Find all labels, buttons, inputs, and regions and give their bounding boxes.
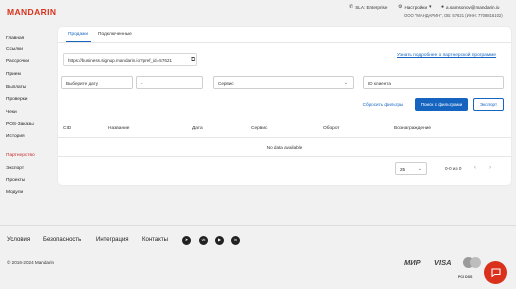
client-id-input[interactable]: ID клиента (363, 76, 504, 89)
tabs-divider (58, 42, 511, 43)
date-to-placeholder: - (141, 80, 143, 86)
sidebar-item-receipts[interactable]: Чеки (6, 110, 17, 115)
date-from-placeholder: Выберите дату (66, 80, 99, 86)
vk-icon[interactable]: vk (199, 236, 208, 245)
sidebar-item-home[interactable]: Главная (6, 36, 24, 41)
sidebar-item-installments[interactable]: Рассрочки (6, 59, 29, 64)
user-icon: ● (441, 4, 445, 10)
service-placeholder: Сервис (218, 80, 234, 86)
sidebar-item-modules[interactable]: Модули (6, 190, 23, 195)
chevron-down-icon: ▾ (429, 4, 432, 10)
user-email: a.samsonov@mandarin.io (446, 5, 500, 10)
telegram-icon[interactable]: ➤ (182, 236, 191, 245)
table-empty-message: No data available (266, 145, 303, 150)
prev-page-button[interactable]: ‹ (474, 165, 476, 171)
settings-label: Настройки (404, 5, 428, 10)
chevron-down-icon: ⌄ (417, 166, 422, 172)
sidebar-item-pos-orders[interactable]: POS-Заказы (6, 122, 34, 127)
top-bar: MANDARIN ✆ SLA: Enterprise ⚙ Настройки ▾… (0, 0, 516, 26)
column-header-reward[interactable]: Вознаграждение (394, 126, 431, 131)
table-header-divider (58, 137, 511, 138)
partner-program-link[interactable]: Узнать подробнее о партнерской программе (397, 53, 496, 58)
sidebar-item-projects[interactable]: Проекты (6, 178, 25, 183)
rows-per-page-select[interactable]: 25 ⌄ (395, 162, 427, 175)
chat-button[interactable] (484, 261, 507, 284)
column-header-turnover[interactable]: Оборот (323, 126, 340, 131)
visa-logo: VISA (434, 258, 452, 267)
chevron-down-icon: ⌄ (343, 80, 348, 86)
referral-link-field[interactable]: https://business.signup.mandarin.io?pref… (63, 53, 197, 66)
sidebar-item-payouts[interactable]: Выплаты (6, 85, 26, 90)
column-header-cid[interactable]: CID (63, 126, 71, 131)
column-header-date[interactable]: Дата (192, 126, 203, 131)
partnership-card: Продажи Подключенные https://business.si… (58, 27, 511, 185)
mastercard-logo (463, 257, 481, 268)
sidebar-item-export[interactable]: Экспорт (6, 166, 24, 171)
tab-connected[interactable]: Подключенные (98, 32, 132, 37)
sidebar-item-checks[interactable]: Проверки (6, 97, 27, 102)
copy-icon[interactable]: ⧉ (191, 57, 195, 64)
user-menu[interactable]: ● a.samsonov@mandarin.io (441, 4, 500, 11)
export-button[interactable]: Экспорт (473, 98, 504, 111)
pci-dss-badge: PCI DSS (458, 275, 473, 279)
gear-icon: ⚙ (398, 4, 403, 10)
column-header-name[interactable]: Название (108, 126, 129, 131)
tab-sales[interactable]: Продажи (68, 32, 88, 37)
company-info: ООО "МАНДАРИН", ОВ: 57621 (ИНН: 77088161… (404, 12, 503, 18)
chat-icon (490, 267, 501, 277)
service-select[interactable]: Сервис ⌄ (213, 76, 354, 89)
date-from-field[interactable]: Выберите дату (61, 76, 133, 89)
footer-divider (0, 225, 516, 226)
brand-logo[interactable]: MANDARIN (7, 7, 56, 17)
referral-url: https://business.signup.mandarin.io?pref… (68, 57, 173, 63)
rows-per-page-value: 25 (400, 166, 406, 172)
sidebar-item-acceptance[interactable]: Прием (6, 72, 21, 77)
table-bottom-divider (58, 156, 511, 157)
footer-link-security[interactable]: Безопасность (43, 237, 81, 243)
copyright: © 2016-2024 Mandarin (7, 260, 55, 265)
reset-filters-button[interactable]: Сбросить фильтры (354, 98, 412, 111)
youtube-icon[interactable]: ▶ (215, 236, 224, 245)
sla-badge[interactable]: ✆ SLA: Enterprise (349, 4, 388, 11)
sidebar-item-links[interactable]: Ссылки (6, 47, 23, 52)
footer-link-integration[interactable]: Интеграция (96, 237, 129, 243)
linkedin-icon[interactable]: in (231, 236, 240, 245)
tab-active-indicator (66, 41, 91, 42)
sidebar-item-partnership[interactable]: Партнерство (6, 153, 35, 158)
sla-label: SLA: Enterprise (355, 5, 388, 10)
next-page-button[interactable]: › (489, 165, 491, 171)
column-header-service[interactable]: Сервис (251, 126, 267, 131)
mastercard-circle-right (470, 257, 481, 268)
footer-link-contacts[interactable]: Контакты (142, 237, 168, 243)
phone-icon: ✆ (349, 4, 354, 10)
settings-menu[interactable]: ⚙ Настройки ▾ (398, 4, 432, 11)
date-to-field[interactable]: - (136, 76, 203, 89)
client-id-placeholder: ID клиента (368, 80, 391, 86)
footer-link-terms[interactable]: Условия (7, 237, 30, 243)
pagination-range: 0-0 из 0 (445, 166, 462, 171)
sidebar-item-history[interactable]: История (6, 134, 25, 139)
search-filters-button[interactable]: Поиск с фильтрами (415, 98, 468, 111)
mir-logo: МИР (404, 258, 421, 267)
